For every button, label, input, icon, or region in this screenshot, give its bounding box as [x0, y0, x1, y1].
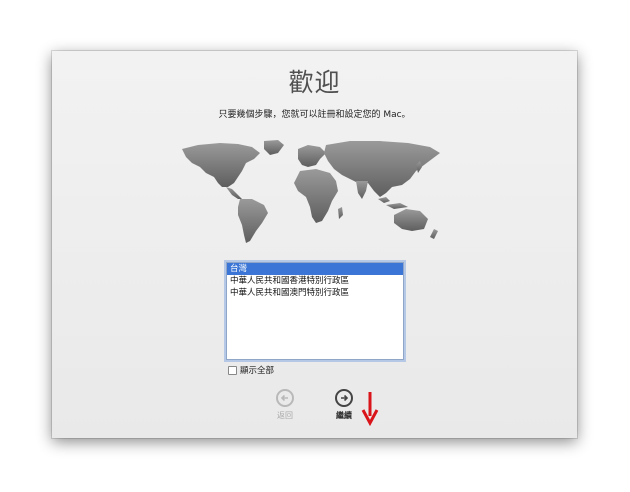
left-arrow-circle-icon: [276, 389, 294, 407]
page-title: 歡迎: [288, 68, 341, 97]
list-item-hong-kong[interactable]: 中華人民共和國香港特別行政區: [227, 275, 403, 287]
region-list[interactable]: 台灣 中華人民共和國香港特別行政區 中華人民共和國澳門特別行政區: [226, 262, 404, 360]
right-arrow-circle-icon: [335, 389, 353, 407]
show-all-label: 顯示全部: [240, 366, 275, 376]
show-all-option[interactable]: 顯示全部: [228, 364, 274, 376]
back-button[interactable]: 返回: [265, 389, 305, 421]
setup-assistant-window: 歡迎 只要幾個步驟，您就可以註冊和設定您的 Mac。 台灣 中華人民共和國香港特…: [52, 51, 577, 438]
show-all-checkbox[interactable]: [228, 365, 237, 375]
page-subtitle: 只要幾個步驟，您就可以註冊和設定您的 Mac。: [218, 110, 411, 120]
list-item-taiwan[interactable]: 台灣: [227, 263, 403, 275]
down-arrow-icon: [361, 392, 379, 426]
continue-button[interactable]: 繼續: [324, 389, 364, 421]
list-item-macau[interactable]: 中華人民共和國澳門特別行政區: [227, 287, 403, 299]
world-map: [182, 140, 440, 243]
back-label: 返回: [277, 411, 293, 420]
continue-label: 繼續: [336, 411, 352, 420]
